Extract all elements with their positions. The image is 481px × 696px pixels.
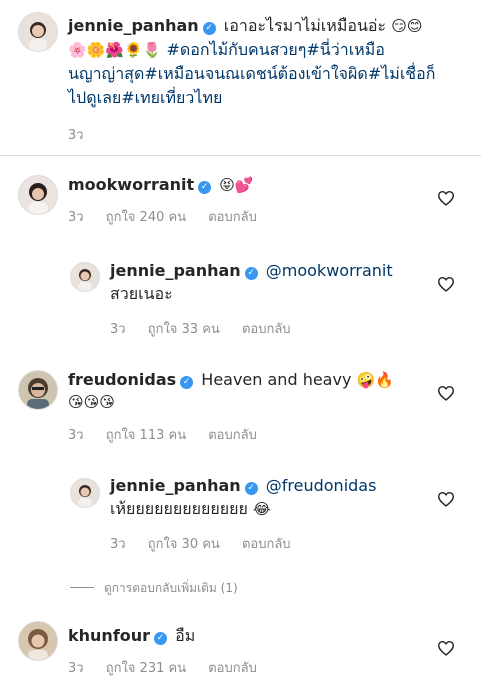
avatar[interactable] (18, 175, 58, 215)
comment-time: 3ว (68, 428, 84, 443)
comment-likes[interactable]: ถูกใจ 231 คน (106, 661, 186, 676)
comment-emojis-2: 😘😘😘 (68, 393, 115, 411)
avatar[interactable] (18, 370, 58, 410)
reply-comment: jennie_panhan ✓ @freudonidas เห้ยยยยยยยยย… (110, 475, 430, 554)
caption-emojis-1: 😏😊 (391, 17, 423, 35)
heart-icon[interactable] (437, 276, 455, 292)
flower-emojis: 🌸🌼🌺🌻🌷 (68, 41, 162, 59)
comment-mention[interactable]: @freudonidas (266, 476, 377, 495)
comment-text: อืม (175, 626, 196, 645)
comment: freudonidas ✓ Heaven and heavy 🤪🔥 😘😘😘 3ว … (68, 369, 428, 445)
heart-icon[interactable] (437, 190, 455, 206)
comment-username[interactable]: mookworranit (68, 175, 194, 194)
comment-text: เห้ยยยยยยยยยยยยย (110, 499, 248, 518)
caption-username[interactable]: jennie_panhan (68, 16, 199, 35)
comment: khunfour ✓ อืม 3ว ถูกใจ 231 คน ตอบกลับ (68, 625, 428, 678)
caption-time: 3ว (68, 128, 84, 143)
comment-emojis: 😝💕 (219, 176, 254, 194)
comment-time: 3ว (110, 322, 126, 337)
avatar[interactable] (18, 12, 58, 52)
caption-line-3[interactable]: นญาญ่าสุด#เหมือนจนณเดชน์ต้องเข้าใจผิด#ไม… (68, 62, 473, 86)
view-more-label[interactable]: ดูการตอบกลับเพิ่มเติม (1) (104, 581, 238, 595)
comment-likes[interactable]: ถูกใจ 113 คน (106, 428, 186, 443)
avatar[interactable] (70, 478, 100, 508)
comment-emojis: 😂 (252, 500, 271, 518)
verified-icon: ✓ (244, 482, 258, 495)
reply-button[interactable]: ตอบกลับ (208, 661, 257, 676)
caption-hashtags-1[interactable]: #ดอกไม้กับคนสวยๆ#นี่ว่าเหมือ (166, 40, 384, 59)
comment: mookworranit ✓ 😝💕 3ว ถูกใจ 240 คน ตอบกลับ (68, 174, 428, 227)
comment-username[interactable]: jennie_panhan (110, 476, 241, 495)
verified-icon: ✓ (198, 181, 212, 194)
comment-text: Heaven and heavy (201, 370, 352, 389)
avatar[interactable] (18, 621, 58, 661)
caption-line-4[interactable]: ไปดูเลย#เทยเที่ยวไทย (68, 86, 473, 110)
comment-time: 3ว (68, 661, 84, 676)
comment-emojis: 🤪🔥 (356, 371, 394, 389)
heart-icon[interactable] (437, 640, 455, 656)
heart-icon[interactable] (437, 491, 455, 507)
comment-time: 3ว (68, 210, 84, 225)
reply-comment: jennie_panhan ✓ @mookworranit สวยเนอะ 3ว … (110, 260, 430, 339)
comment-text: สวยเนอะ (110, 284, 173, 303)
comment-username[interactable]: khunfour (68, 626, 150, 645)
comment-likes[interactable]: ถูกใจ 30 คน (148, 537, 220, 552)
avatar[interactable] (70, 262, 100, 292)
reply-button[interactable]: ตอบกลับ (208, 428, 257, 443)
comment-username[interactable]: freudonidas (68, 370, 176, 389)
reply-button[interactable]: ตอบกลับ (242, 537, 291, 552)
verified-icon: ✓ (154, 632, 168, 645)
comment-likes[interactable]: ถูกใจ 240 คน (106, 210, 186, 225)
comment-likes[interactable]: ถูกใจ 33 คน (148, 322, 220, 337)
caption: jennie_panhan ✓ เอาอะไรมาไม่เหมือนอ่ะ 😏😊 … (68, 14, 473, 145)
comment-time: 3ว (110, 537, 126, 552)
verified-icon: ✓ (180, 376, 194, 389)
reply-button[interactable]: ตอบกลับ (208, 210, 257, 225)
comment-mention[interactable]: @mookworranit (266, 261, 393, 280)
view-more-replies[interactable]: ดูการตอบกลับเพิ่มเติม (1) (70, 577, 238, 598)
reply-button[interactable]: ตอบกลับ (242, 322, 291, 337)
verified-icon: ✓ (202, 22, 216, 35)
heart-icon[interactable] (437, 385, 455, 401)
comment-username[interactable]: jennie_panhan (110, 261, 241, 280)
divider-line (70, 587, 94, 588)
divider (0, 155, 481, 156)
caption-line-1: เอาอะไรมาไม่เหมือนอ่ะ (223, 16, 387, 35)
verified-icon: ✓ (244, 267, 258, 280)
